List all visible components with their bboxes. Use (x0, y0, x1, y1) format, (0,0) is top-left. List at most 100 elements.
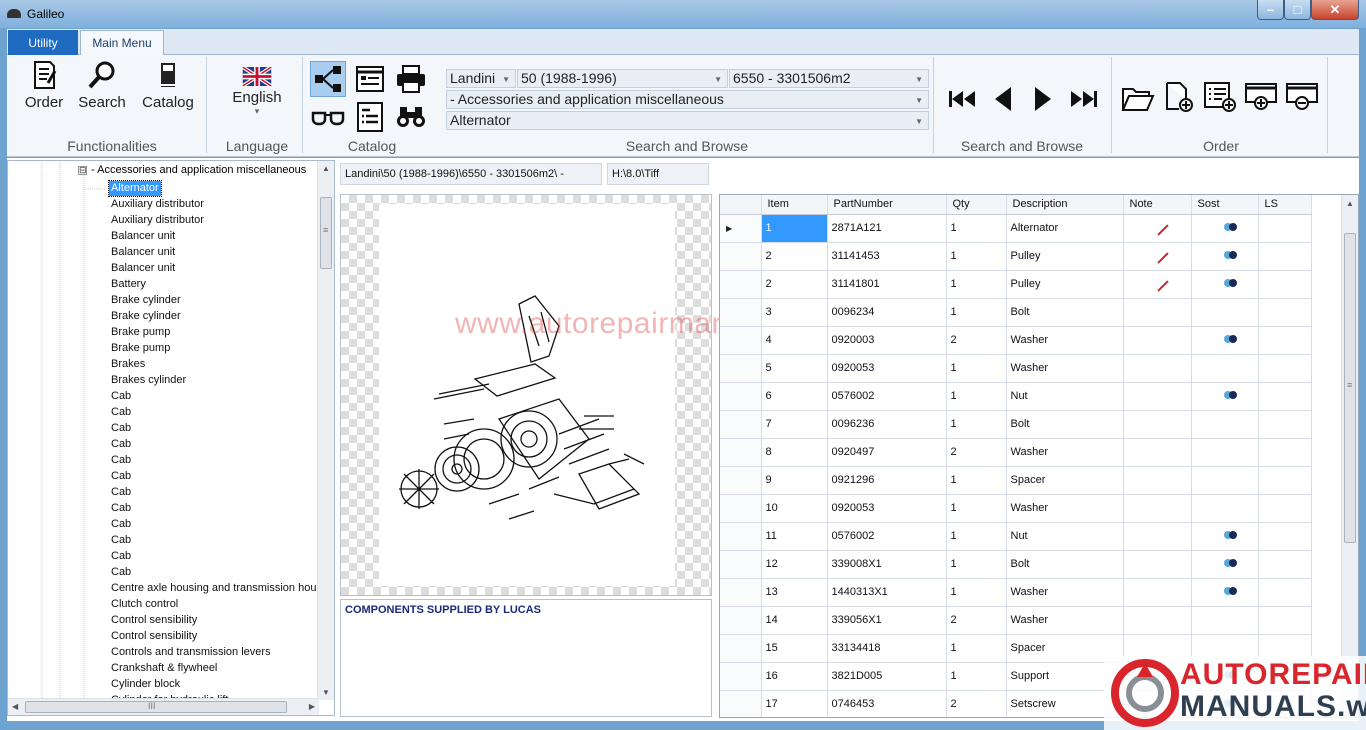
scroll-left-icon[interactable]: ◀ (12, 702, 18, 711)
find-button[interactable] (393, 99, 429, 135)
substitution-icon[interactable] (1223, 391, 1238, 399)
cell-note[interactable] (1123, 438, 1192, 467)
table-row[interactable]: 9 0921296 1 Spacer (720, 466, 1312, 495)
cell-qty[interactable]: 1 (946, 382, 1007, 411)
tree-item[interactable]: Cab (109, 517, 133, 532)
cell-item[interactable]: 15 (761, 634, 828, 663)
cell-partnumber[interactable]: 0921296 (827, 466, 947, 495)
cell-partnumber[interactable]: 31141453 (827, 242, 947, 271)
tree-item[interactable]: Cab (109, 421, 133, 436)
cell-qty[interactable]: 1 (946, 494, 1007, 523)
cell-item[interactable]: 4 (761, 326, 828, 355)
cell-note[interactable] (1123, 466, 1192, 495)
cell-item[interactable]: 1 (761, 214, 828, 243)
cell-item[interactable]: 9 (761, 466, 828, 495)
cell-ls[interactable] (1258, 382, 1312, 411)
tree-item[interactable]: Cab (109, 549, 133, 564)
previous-button[interactable] (985, 81, 1021, 117)
cell-qty[interactable]: 2 (946, 326, 1007, 355)
row-header[interactable] (720, 242, 762, 271)
cell-partnumber[interactable]: 0576002 (827, 382, 947, 411)
cell-ls[interactable] (1258, 326, 1312, 355)
tree-view-button[interactable] (310, 61, 346, 97)
cell-qty[interactable]: 1 (946, 550, 1007, 579)
row-header[interactable] (720, 298, 762, 327)
cell-note[interactable] (1123, 606, 1192, 635)
tree-item[interactable]: Alternator (108, 180, 162, 197)
cell-item[interactable]: 12 (761, 550, 828, 579)
tree-root-node[interactable]: ⊟ - Accessories and application miscellan… (78, 164, 306, 176)
cell-sost[interactable] (1191, 242, 1259, 271)
cell-qty[interactable]: 1 (946, 242, 1007, 271)
cell-sost[interactable] (1191, 214, 1259, 243)
cell-partnumber[interactable]: 3821D005 (827, 662, 947, 691)
tree-item[interactable]: Control sensibility (109, 613, 199, 628)
row-header[interactable] (720, 690, 762, 717)
cell-note[interactable] (1123, 494, 1192, 523)
maximize-button[interactable]: □ (1284, 0, 1311, 20)
cell-item[interactable]: 8 (761, 438, 828, 467)
tree-item[interactable]: Auxiliary distributor (109, 213, 206, 228)
row-header[interactable] (720, 438, 762, 467)
cell-sost[interactable] (1191, 410, 1259, 439)
cell-item[interactable]: 10 (761, 494, 828, 523)
column-header-ls[interactable]: LS (1258, 195, 1312, 215)
cell-qty[interactable]: 2 (946, 690, 1007, 717)
table-row[interactable]: 12 339008X1 1 Bolt (720, 550, 1312, 579)
substitution-icon[interactable] (1223, 335, 1238, 343)
cell-description[interactable]: Washer (1006, 606, 1124, 635)
column-header-partnumber[interactable]: PartNumber (827, 195, 947, 215)
cell-item[interactable]: 7 (761, 410, 828, 439)
tree-vertical-scrollbar[interactable]: ▲ ≡ ▼ (317, 161, 334, 700)
cell-sost[interactable] (1191, 606, 1259, 635)
row-header[interactable] (720, 466, 762, 495)
cell-description[interactable]: Bolt (1006, 298, 1124, 327)
cell-item[interactable]: 2 (761, 270, 828, 299)
tree-item[interactable]: Cab (109, 565, 133, 580)
cell-item[interactable]: 13 (761, 578, 828, 607)
grid-vertical-scrollbar[interactable]: ▲ ≡ (1341, 195, 1358, 717)
cell-note[interactable] (1123, 354, 1192, 383)
cell-qty[interactable]: 1 (946, 466, 1007, 495)
cell-partnumber[interactable]: 0096234 (827, 298, 947, 327)
tree-item[interactable]: Brakes cylinder (109, 373, 188, 388)
cell-item[interactable]: 3 (761, 298, 828, 327)
cell-qty[interactable]: 1 (946, 354, 1007, 383)
substitution-icon[interactable] (1223, 251, 1238, 259)
tree-item[interactable]: Cab (109, 469, 133, 484)
table-row[interactable]: 2 31141453 1 Pulley (720, 242, 1312, 271)
cell-sost[interactable] (1191, 494, 1259, 523)
cell-description[interactable]: Bolt (1006, 410, 1124, 439)
cell-ls[interactable] (1258, 522, 1312, 551)
first-button[interactable] (944, 81, 980, 117)
scroll-down-icon[interactable]: ▼ (322, 688, 330, 697)
cell-partnumber[interactable]: 31141801 (827, 270, 947, 299)
cell-partnumber[interactable]: 0920053 (827, 354, 947, 383)
tree-item[interactable]: Cylinder block (109, 677, 182, 692)
cell-description[interactable]: Spacer (1006, 466, 1124, 495)
cell-description[interactable]: Washer (1006, 326, 1124, 355)
part-select[interactable]: Alternator ▼ (446, 111, 929, 130)
column-header-note[interactable]: Note (1123, 195, 1192, 215)
cell-qty[interactable]: 1 (946, 578, 1007, 607)
tree-item[interactable]: Crankshaft & flywheel (109, 661, 219, 676)
cell-qty[interactable]: 1 (946, 214, 1007, 243)
tree-item[interactable]: Cab (109, 389, 133, 404)
tree-item[interactable]: Centre axle housing and transmission hou… (109, 581, 333, 596)
pencil-icon[interactable] (1156, 224, 1169, 236)
cell-sost[interactable] (1191, 522, 1259, 551)
cell-ls[interactable] (1258, 438, 1312, 467)
row-header[interactable] (720, 494, 762, 523)
cell-description[interactable]: Nut (1006, 382, 1124, 411)
series-select[interactable]: 50 (1988-1996) ▼ (517, 69, 728, 88)
cell-note[interactable] (1123, 298, 1192, 327)
parts-grid[interactable]: Item PartNumber Qty Description Note Sos… (719, 194, 1359, 718)
grid-scroll-thumb[interactable]: ≡ (1344, 233, 1356, 543)
cell-qty[interactable]: 2 (946, 438, 1007, 467)
tree-item[interactable]: Brake pump (109, 341, 172, 356)
cell-ls[interactable] (1258, 354, 1312, 383)
cell-qty[interactable]: 1 (946, 522, 1007, 551)
table-row[interactable]: 10 0920053 1 Washer (720, 494, 1312, 523)
table-row[interactable]: 2 31141801 1 Pulley (720, 270, 1312, 299)
open-order-button[interactable] (1120, 81, 1156, 117)
